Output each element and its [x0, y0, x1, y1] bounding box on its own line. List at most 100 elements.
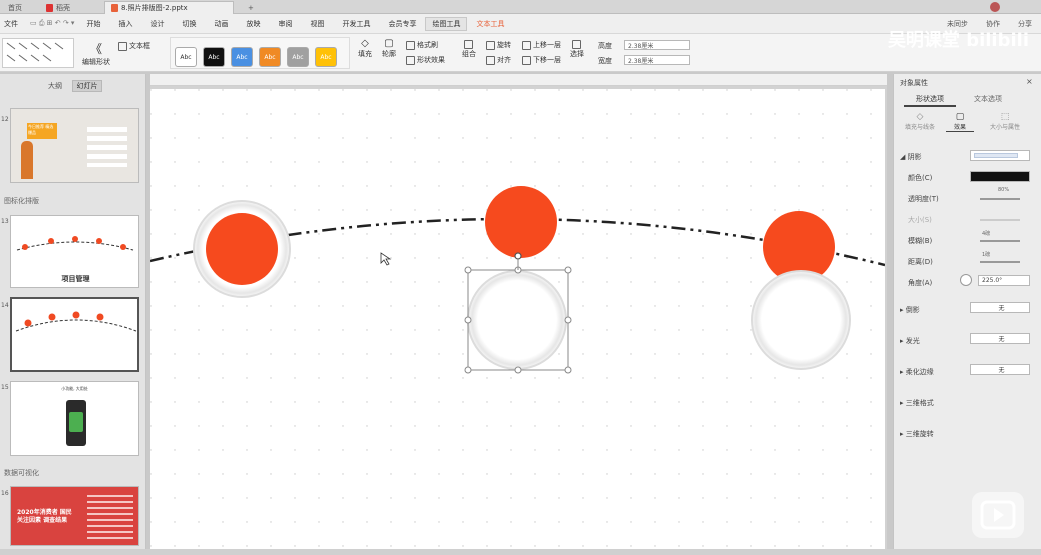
fill-line-icon: ◇ — [916, 112, 924, 122]
rotate-icon — [486, 40, 495, 50]
3d-rotation-section[interactable]: ▸ 三维旋转 — [900, 429, 934, 439]
menu-file[interactable]: 文件 — [0, 19, 27, 29]
style-swatch-gray[interactable]: Abc — [287, 47, 309, 67]
soft-edge-section[interactable]: ▸ 柔化边缘 — [900, 367, 934, 377]
bring-forward-button[interactable]: 上移一层 — [522, 40, 561, 50]
3d-format-section[interactable]: ▸ 三维格式 — [900, 398, 934, 408]
send-backward-button[interactable]: 下移一层 — [522, 55, 561, 65]
sub-tab-fill-line[interactable]: ◇ 填充与线条 — [902, 112, 938, 131]
combine-label: 组合 — [462, 50, 476, 58]
angle-dial[interactable] — [960, 274, 972, 286]
menu-insert[interactable]: 插入 — [109, 19, 141, 29]
play-icon — [980, 500, 1016, 530]
shadow-preset-dropdown[interactable] — [970, 150, 1030, 161]
menu-slideshow[interactable]: 放映 — [237, 19, 269, 29]
close-icon[interactable]: × — [1026, 77, 1033, 86]
user-avatar[interactable] — [990, 2, 1000, 12]
transparency-label: 透明度(T) — [908, 195, 939, 203]
pptx-icon — [111, 4, 118, 12]
rotate-button[interactable]: 旋转 — [486, 40, 511, 50]
document-tab-label: 8.照片排版图-2.pptx — [121, 4, 188, 12]
slide-thumb-12[interactable]: 今日推荐 精选爆品 — [10, 108, 139, 183]
fill-button[interactable]: ◇ 填充 — [358, 38, 372, 59]
slide-thumb-13[interactable]: 项目管理 — [10, 215, 139, 288]
align-button[interactable]: 对齐 — [486, 55, 511, 65]
blur-value: 4磅 — [982, 231, 991, 237]
menu-developer[interactable]: 开发工具 — [333, 19, 379, 29]
glow-label: 发光 — [905, 337, 920, 345]
distance-slider[interactable] — [980, 261, 1020, 263]
tab-shape-options[interactable]: 形状选项 — [904, 94, 956, 107]
menu-drawing-tools[interactable]: 绘图工具 — [425, 16, 468, 31]
slide-number: 16 — [1, 490, 9, 497]
slides-panel: 大纲 幻灯片 12 今日推荐 精选爆品 图标化排版 13 项目管理 14 15 … — [0, 74, 146, 550]
shadow-section[interactable]: ◢ 阴影 — [900, 152, 922, 162]
style-swatch-yellow[interactable]: Abc — [315, 47, 337, 67]
sub-tab-size[interactable]: ⬚ 大小与属性 — [980, 112, 1030, 131]
send-backward-icon — [522, 55, 531, 65]
reflection-dropdown[interactable]: 无 — [970, 302, 1030, 313]
shape-effect-button[interactable]: 形状效果 — [406, 55, 445, 65]
docer-tab-label: 稻壳 — [56, 3, 70, 12]
format-painter-label: 格式刷 — [417, 41, 438, 49]
slide-thumb-14[interactable] — [10, 297, 139, 372]
format-painter-button[interactable]: 格式刷 — [406, 40, 438, 50]
menu-home[interactable]: 开始 — [77, 19, 109, 29]
glow-dropdown[interactable]: 无 — [970, 333, 1030, 344]
slides-tab[interactable]: 幻灯片 — [72, 80, 102, 92]
soft-edge-dropdown[interactable]: 无 — [970, 364, 1030, 375]
brush-icon — [406, 40, 415, 50]
arc-thumbnail — [16, 236, 134, 251]
blur-slider[interactable] — [980, 240, 1020, 242]
play-button-overlay[interactable] — [972, 492, 1024, 538]
soft-edge-label: 柔化边缘 — [905, 368, 934, 376]
slide-canvas[interactable] — [150, 89, 885, 549]
new-tab-button[interactable]: + — [242, 1, 260, 14]
glow-section[interactable]: ▸ 发光 — [900, 336, 920, 346]
style-swatch-blue[interactable]: Abc — [231, 47, 253, 67]
phone-screen — [69, 412, 83, 432]
outline-tab[interactable]: 大纲 — [40, 80, 70, 92]
select-icon — [571, 40, 581, 49]
slide-thumb-16[interactable]: 2020年消费者 国民关注因素 调查结果 — [10, 486, 139, 546]
slide-number: 13 — [1, 218, 9, 225]
sub-tab-effects[interactable]: ▢ 效果 — [946, 112, 974, 132]
bring-forward-icon — [522, 40, 531, 50]
outline-button[interactable]: ▢ 轮廓 — [382, 38, 396, 59]
height-input[interactable]: 2.38厘米 — [624, 40, 690, 50]
slide-thumb-15[interactable]: 小功能, 大用处 — [10, 381, 139, 456]
document-tab[interactable]: 8.照片排版图-2.pptx — [104, 1, 234, 14]
menu-view[interactable]: 视图 — [301, 19, 333, 29]
style-swatch-black[interactable]: Abc — [203, 47, 225, 67]
menu-bar: 文件 ▭ ⎙ ⊞ ↶ ↷ ▾ 开始 插入 设计 切换 动画 放映 审阅 视图 开… — [0, 14, 1041, 34]
style-swatch-white[interactable]: Abc — [175, 47, 197, 67]
shadow-color-picker[interactable] — [970, 171, 1030, 182]
text-box-button[interactable]: 文本框 — [118, 41, 150, 51]
menu-design[interactable]: 设计 — [141, 19, 173, 29]
menu-animation[interactable]: 动画 — [205, 19, 237, 29]
tab-text-options[interactable]: 文本选项 — [962, 94, 1014, 107]
transparency-slider[interactable] — [980, 198, 1020, 200]
docer-tab[interactable]: 稻壳 — [40, 1, 76, 14]
bar-graphic — [87, 495, 133, 539]
width-input[interactable]: 2.38厘米 — [624, 55, 690, 65]
home-tab[interactable]: 首页 — [2, 1, 28, 14]
style-swatch-orange[interactable]: Abc — [259, 47, 281, 67]
reflection-label: 倒影 — [905, 306, 920, 314]
menu-text-tools[interactable]: 文本工具 — [467, 19, 513, 29]
reflection-section[interactable]: ▸ 倒影 — [900, 305, 920, 315]
menu-member[interactable]: 会员专享 — [379, 19, 425, 29]
combine-button[interactable]: 组合 — [462, 40, 476, 59]
menu-transition[interactable]: 切换 — [173, 19, 205, 29]
center-orange-circle — [485, 186, 557, 258]
line-shapes-icon — [6, 42, 64, 62]
section-label-icons[interactable]: 图标化排版 — [4, 196, 39, 206]
height-label: 高度 — [598, 42, 612, 50]
menu-review[interactable]: 审阅 — [269, 19, 301, 29]
select-button[interactable]: 选择 — [570, 40, 584, 59]
angle-input[interactable]: 225.0° — [978, 275, 1030, 286]
shape-gallery[interactable] — [2, 38, 74, 68]
section-label-dataviz[interactable]: 数据可视化 — [4, 468, 39, 478]
edit-shape-button[interactable]: 《编辑形状 — [82, 40, 110, 67]
rotate-handle — [514, 252, 522, 260]
